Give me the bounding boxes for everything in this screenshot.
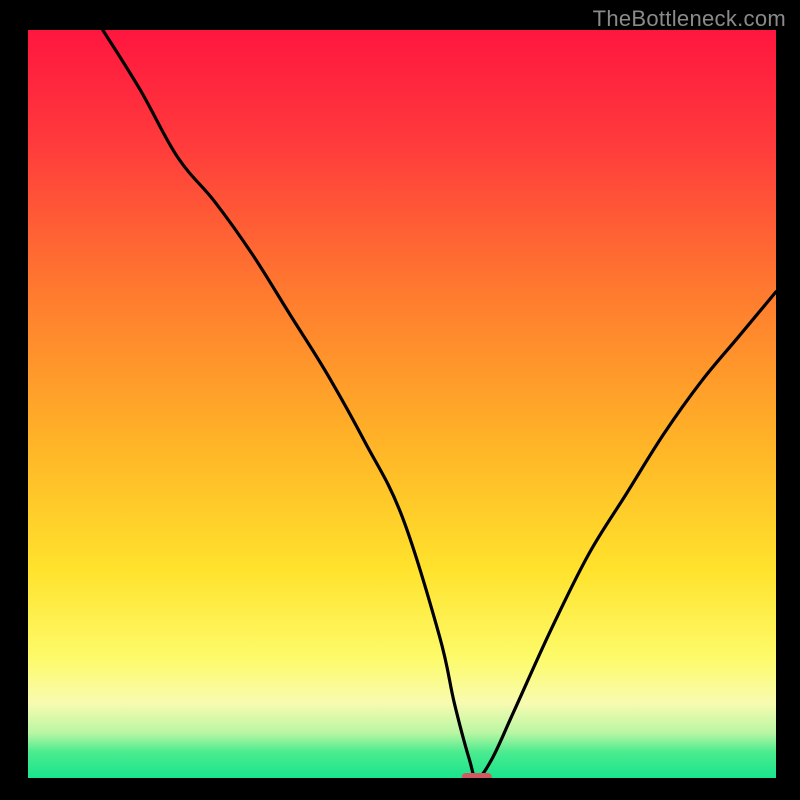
gradient-background <box>28 30 776 778</box>
chart-svg <box>28 30 776 778</box>
watermark-text: TheBottleneck.com <box>593 6 786 32</box>
chart-frame: TheBottleneck.com <box>0 0 800 800</box>
chart-plot-area <box>28 30 776 778</box>
optimal-marker <box>462 773 492 778</box>
